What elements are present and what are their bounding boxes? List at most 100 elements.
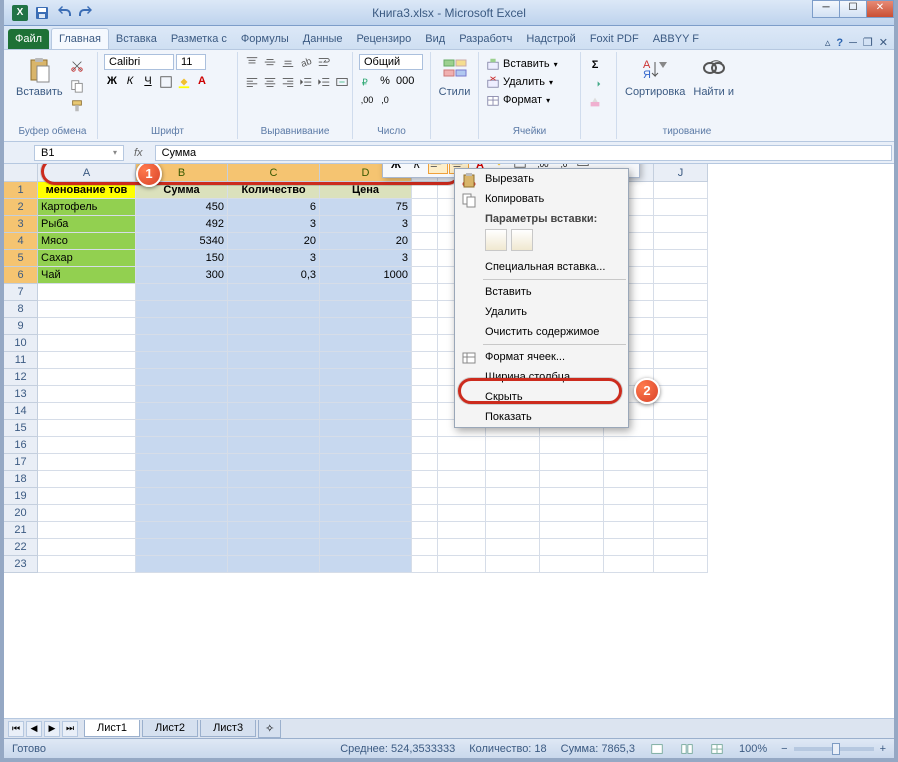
cell[interactable] (412, 556, 438, 573)
italic-icon[interactable]: К (122, 74, 138, 90)
decrease-decimal-icon[interactable]: ,0 (377, 94, 393, 110)
fill-icon[interactable] (587, 76, 603, 92)
row-header-8[interactable]: 8 (4, 301, 38, 318)
cell[interactable] (228, 539, 320, 556)
row-header-23[interactable]: 23 (4, 556, 38, 573)
cell[interactable] (228, 284, 320, 301)
cut-icon[interactable] (69, 58, 85, 74)
cell[interactable] (412, 369, 438, 386)
cell[interactable] (604, 556, 654, 573)
wrap-text-icon[interactable] (316, 54, 332, 70)
cell[interactable] (38, 539, 136, 556)
tab-view[interactable]: Вид (418, 29, 452, 49)
cell[interactable] (38, 369, 136, 386)
cell[interactable] (412, 335, 438, 352)
orientation-icon[interactable]: ab (298, 54, 314, 70)
insert-cells-button[interactable]: Вставить▾ (485, 56, 558, 72)
cell[interactable] (320, 369, 412, 386)
cell[interactable] (412, 454, 438, 471)
new-sheet-button[interactable]: ✧ (258, 720, 281, 738)
cell[interactable] (486, 522, 540, 539)
tab-foxit[interactable]: Foxit PDF (583, 29, 646, 49)
fill-color-icon[interactable] (176, 74, 192, 90)
cell[interactable] (654, 335, 708, 352)
cell[interactable] (412, 352, 438, 369)
increase-decimal-icon[interactable]: ,00 (359, 94, 375, 110)
cell[interactable] (654, 250, 708, 267)
sheet-nav-first[interactable]: ⏮ (8, 721, 24, 737)
align-bottom-icon[interactable] (280, 54, 296, 70)
minimize-button[interactable]: ─ (812, 0, 840, 18)
cell[interactable] (412, 199, 438, 216)
cell[interactable] (486, 454, 540, 471)
format-painter-icon[interactable] (69, 98, 85, 114)
mdi-minimize-icon[interactable]: ─ (849, 37, 857, 49)
cell[interactable] (38, 352, 136, 369)
zoom-slider[interactable]: − + (781, 743, 886, 755)
cell[interactable] (540, 505, 604, 522)
cell[interactable]: 6 (228, 199, 320, 216)
cell[interactable] (228, 318, 320, 335)
cell[interactable] (604, 454, 654, 471)
cell[interactable] (136, 318, 228, 335)
row-header-9[interactable]: 9 (4, 318, 38, 335)
font-name-select[interactable]: Calibri (104, 54, 174, 70)
cell[interactable]: 492 (136, 216, 228, 233)
cell[interactable] (412, 267, 438, 284)
help-icon[interactable]: ? (836, 37, 843, 49)
tab-insert[interactable]: Вставка (109, 29, 164, 49)
clear-icon[interactable] (587, 94, 603, 110)
cell[interactable] (540, 437, 604, 454)
cell[interactable] (320, 301, 412, 318)
ctx-paste-special[interactable]: Специальная вставка... (455, 257, 628, 277)
cell[interactable] (540, 454, 604, 471)
row-header-19[interactable]: 19 (4, 488, 38, 505)
cell[interactable] (438, 488, 486, 505)
cell[interactable]: Мясо (38, 233, 136, 250)
cell[interactable] (540, 471, 604, 488)
cell[interactable] (412, 318, 438, 335)
cell[interactable] (412, 386, 438, 403)
number-format-select[interactable]: Общий (359, 54, 423, 70)
ctx-cut[interactable]: Вырезать (455, 169, 628, 189)
cell[interactable] (438, 522, 486, 539)
cell[interactable] (320, 505, 412, 522)
row-header-13[interactable]: 13 (4, 386, 38, 403)
cell[interactable] (540, 556, 604, 573)
cell[interactable] (320, 522, 412, 539)
cell[interactable]: Рыба (38, 216, 136, 233)
mini-align-left-icon[interactable] (428, 164, 448, 174)
row-header-10[interactable]: 10 (4, 335, 38, 352)
cell[interactable] (38, 386, 136, 403)
cell[interactable] (320, 420, 412, 437)
row-header-4[interactable]: 4 (4, 233, 38, 250)
mini-italic-icon[interactable]: К (407, 164, 427, 174)
cell[interactable] (228, 522, 320, 539)
cell[interactable]: Сахар (38, 250, 136, 267)
font-size-select[interactable]: 11 (176, 54, 206, 70)
cell[interactable] (654, 488, 708, 505)
cell[interactable] (228, 454, 320, 471)
redo-icon[interactable] (78, 5, 94, 21)
cell[interactable]: 450 (136, 199, 228, 216)
tab-layout[interactable]: Разметка с (164, 29, 234, 49)
cell[interactable] (136, 301, 228, 318)
cell[interactable] (136, 420, 228, 437)
cell[interactable] (604, 539, 654, 556)
cell[interactable] (604, 522, 654, 539)
view-normal-icon[interactable] (649, 741, 665, 757)
cell[interactable] (228, 488, 320, 505)
tab-data[interactable]: Данные (296, 29, 350, 49)
cell[interactable]: 0,3 (228, 267, 320, 284)
cell[interactable] (136, 352, 228, 369)
cell[interactable] (412, 437, 438, 454)
cell[interactable] (136, 403, 228, 420)
cell[interactable]: 3 (320, 250, 412, 267)
align-right-icon[interactable] (280, 74, 296, 90)
cell[interactable] (320, 437, 412, 454)
cell[interactable] (654, 284, 708, 301)
cell[interactable] (654, 505, 708, 522)
tab-formulas[interactable]: Формулы (234, 29, 296, 49)
cell[interactable] (412, 471, 438, 488)
cell[interactable] (654, 471, 708, 488)
